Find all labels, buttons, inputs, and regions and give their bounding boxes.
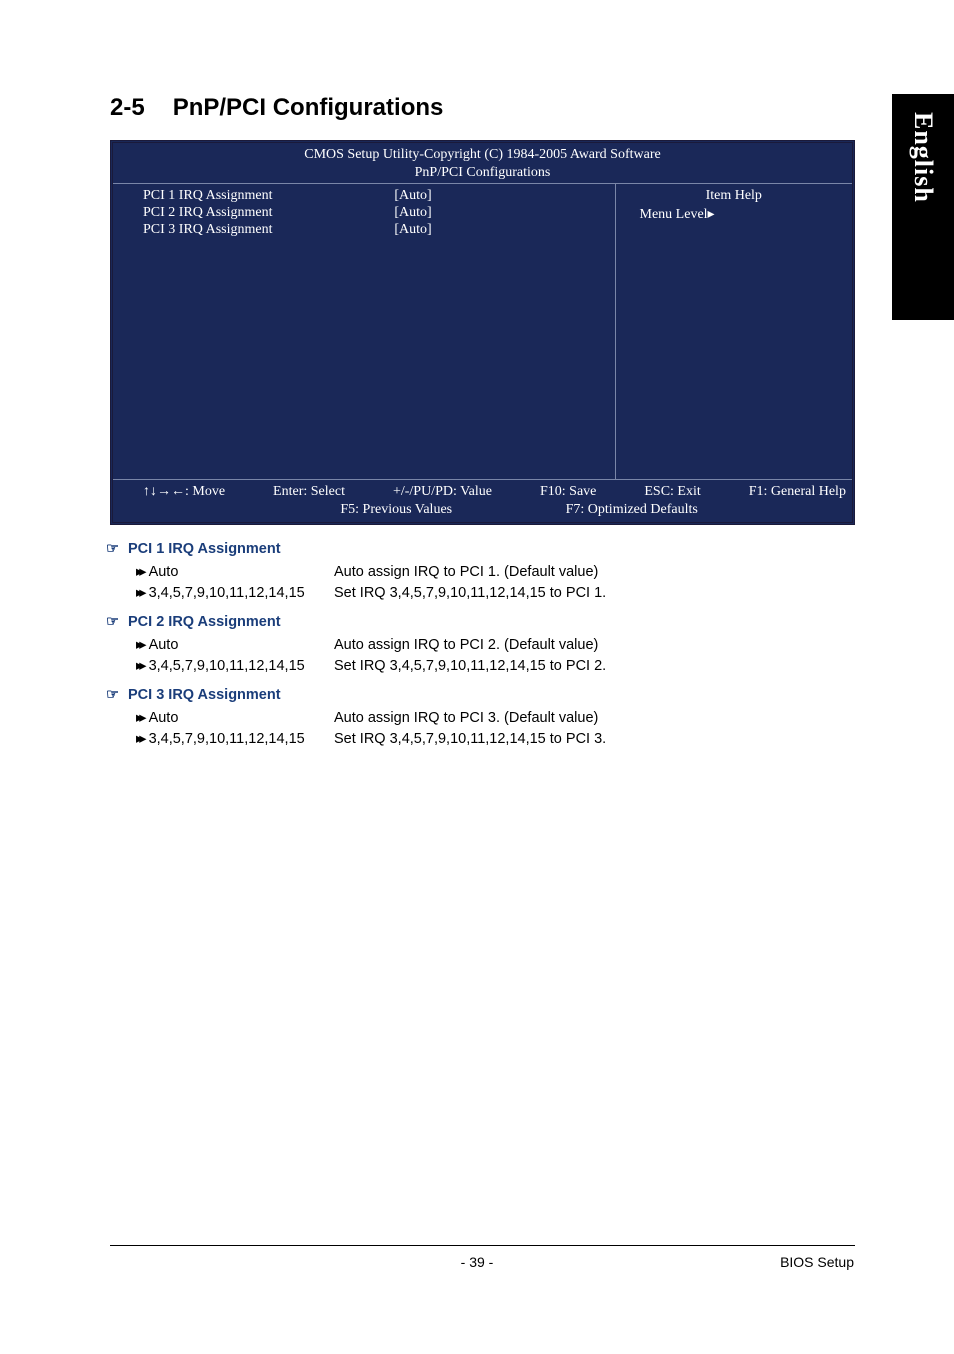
section-number: 2-5 bbox=[110, 94, 145, 122]
key-f1: F1: General Help bbox=[749, 483, 846, 501]
option-desc: Auto assign IRQ to PCI 2. (Default value… bbox=[334, 635, 598, 656]
bios-item-label: PCI 3 IRQ Assignment bbox=[143, 222, 394, 239]
key-f5: F5: Previous Values bbox=[340, 501, 452, 519]
bios-body: PCI 1 IRQ Assignment [Auto] PCI 2 IRQ As… bbox=[113, 183, 852, 479]
bios-header-line1: CMOS Setup Utility-Copyright (C) 1984-20… bbox=[113, 146, 852, 164]
bios-item-label: PCI 1 IRQ Assignment bbox=[143, 188, 394, 205]
menu-level: Menu Level▸ bbox=[622, 206, 846, 223]
section-title: 2-5 PnP/PCI Configurations bbox=[110, 94, 855, 122]
option-label: ▸▸Auto bbox=[136, 635, 334, 656]
double-arrow-icon: ▸▸ bbox=[136, 658, 143, 674]
option-label: ▸▸3,4,5,7,9,10,11,12,14,15 bbox=[136, 656, 334, 677]
option-label: ▸▸3,4,5,7,9,10,11,12,14,15 bbox=[136, 729, 334, 750]
bios-item[interactable]: PCI 2 IRQ Assignment [Auto] bbox=[143, 205, 609, 222]
triangle-right-icon: ▸ bbox=[708, 207, 715, 222]
key-move: ↑↓→←: Move bbox=[143, 483, 225, 501]
option-row: ▸▸AutoAuto assign IRQ to PCI 3. (Default… bbox=[110, 708, 855, 729]
option-label: ▸▸Auto bbox=[136, 708, 334, 729]
bios-item-value: [Auto] bbox=[394, 188, 608, 205]
option-row: ▸▸3,4,5,7,9,10,11,12,14,15Set IRQ 3,4,5,… bbox=[110, 656, 855, 677]
option-label: ▸▸3,4,5,7,9,10,11,12,14,15 bbox=[136, 583, 334, 604]
option-desc: Set IRQ 3,4,5,7,9,10,11,12,14,15 to PCI … bbox=[334, 729, 606, 750]
double-arrow-icon: ▸▸ bbox=[136, 585, 143, 601]
option-desc: Auto assign IRQ to PCI 1. (Default value… bbox=[334, 562, 598, 583]
bios-item[interactable]: PCI 1 IRQ Assignment [Auto] bbox=[143, 188, 609, 205]
option-desc: Auto assign IRQ to PCI 3. (Default value… bbox=[334, 708, 598, 729]
key-esc: ESC: Exit bbox=[644, 483, 700, 501]
bios-item-label: PCI 2 IRQ Assignment bbox=[143, 205, 394, 222]
option-row: ▸▸3,4,5,7,9,10,11,12,14,15Set IRQ 3,4,5,… bbox=[110, 583, 855, 604]
option-row: ▸▸3,4,5,7,9,10,11,12,14,15Set IRQ 3,4,5,… bbox=[110, 729, 855, 750]
desc-heading: ☞PCI 3 IRQ Assignment bbox=[110, 685, 855, 706]
item-help-title: Item Help bbox=[622, 188, 846, 204]
bios-items-pane: PCI 1 IRQ Assignment [Auto] PCI 2 IRQ As… bbox=[113, 184, 616, 479]
hand-icon: ☞ bbox=[106, 685, 128, 706]
footer-divider bbox=[110, 1245, 855, 1246]
key-enter: Enter: Select bbox=[273, 483, 345, 501]
option-row: ▸▸AutoAuto assign IRQ to PCI 2. (Default… bbox=[110, 635, 855, 656]
desc-heading: ☞PCI 1 IRQ Assignment bbox=[110, 539, 855, 560]
bios-item[interactable]: PCI 3 IRQ Assignment [Auto] bbox=[143, 222, 609, 239]
double-arrow-icon: ▸▸ bbox=[136, 637, 143, 653]
bios-footer-row2: F5: Previous Values F7: Optimized Defaul… bbox=[143, 501, 846, 519]
desc-heading: ☞PCI 2 IRQ Assignment bbox=[110, 612, 855, 633]
hand-icon: ☞ bbox=[106, 612, 128, 633]
bios-header: CMOS Setup Utility-Copyright (C) 1984-20… bbox=[113, 143, 852, 183]
bios-footer: ↑↓→←: Move Enter: Select +/-/PU/PD: Valu… bbox=[113, 479, 852, 522]
bios-item-value: [Auto] bbox=[394, 222, 608, 239]
double-arrow-icon: ▸▸ bbox=[136, 731, 143, 747]
footer-section-name: BIOS Setup bbox=[780, 1254, 854, 1270]
section-name: PnP/PCI Configurations bbox=[173, 94, 444, 121]
language-tab-text: English bbox=[908, 112, 938, 203]
bios-panel: CMOS Setup Utility-Copyright (C) 1984-20… bbox=[110, 140, 855, 525]
bios-item-value: [Auto] bbox=[394, 205, 608, 222]
option-row: ▸▸AutoAuto assign IRQ to PCI 1. (Default… bbox=[110, 562, 855, 583]
bios-footer-row1: ↑↓→←: Move Enter: Select +/-/PU/PD: Valu… bbox=[143, 483, 846, 501]
descriptions: ☞PCI 1 IRQ Assignment▸▸AutoAuto assign I… bbox=[110, 539, 855, 750]
language-tab: English bbox=[892, 94, 954, 320]
option-desc: Set IRQ 3,4,5,7,9,10,11,12,14,15 to PCI … bbox=[334, 583, 606, 604]
double-arrow-icon: ▸▸ bbox=[136, 710, 143, 726]
option-desc: Set IRQ 3,4,5,7,9,10,11,12,14,15 to PCI … bbox=[334, 656, 606, 677]
bios-header-line2: PnP/PCI Configurations bbox=[113, 164, 852, 182]
double-arrow-icon: ▸▸ bbox=[136, 564, 143, 580]
key-f10: F10: Save bbox=[540, 483, 596, 501]
key-pupd: +/-/PU/PD: Value bbox=[393, 483, 492, 501]
key-f7: F7: Optimized Defaults bbox=[566, 501, 698, 519]
page-content: 2-5 PnP/PCI Configurations CMOS Setup Uti… bbox=[110, 94, 855, 750]
option-label: ▸▸Auto bbox=[136, 562, 334, 583]
bios-help-pane: Item Help Menu Level▸ bbox=[616, 184, 852, 479]
hand-icon: ☞ bbox=[106, 539, 128, 560]
